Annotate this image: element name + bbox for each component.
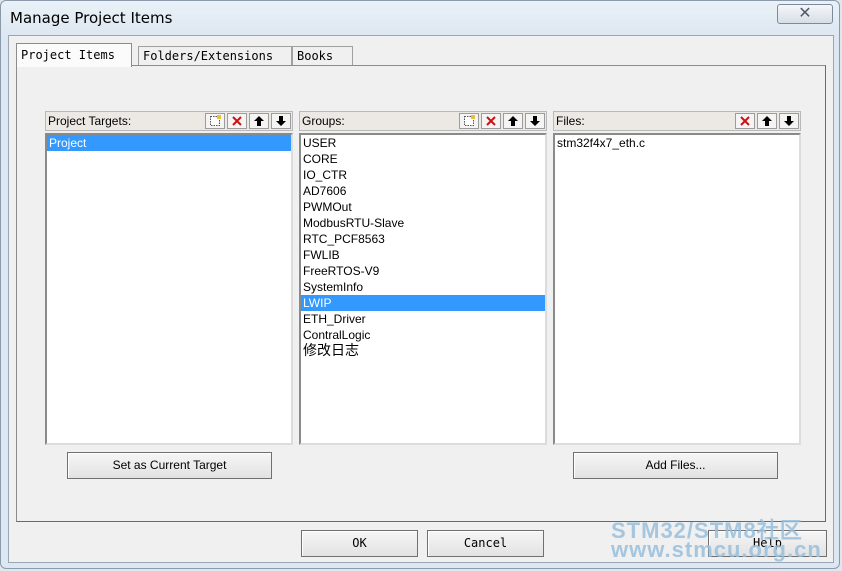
close-icon: ✕: [798, 5, 812, 22]
move-down-icon: [784, 116, 794, 126]
move-down-icon: [530, 116, 540, 126]
move-target-down-button[interactable]: [271, 113, 291, 129]
files-label: Files:: [556, 114, 585, 128]
delete-group-button[interactable]: [481, 113, 501, 129]
tab-project-items[interactable]: Project Items: [16, 43, 132, 67]
list-item-group[interactable]: FWLIB: [301, 247, 545, 263]
delete-icon: [740, 116, 750, 126]
delete-target-button[interactable]: [227, 113, 247, 129]
new-icon: [464, 115, 475, 126]
add-files-button[interactable]: Add Files...: [573, 452, 778, 479]
list-item-file[interactable]: stm32f4x7_eth.c: [555, 135, 799, 151]
delete-icon: [232, 116, 242, 126]
new-target-button[interactable]: [205, 113, 225, 129]
project-targets-toolbar: [205, 113, 291, 129]
project-targets-list[interactable]: Project: [45, 133, 293, 445]
tab-folders-extensions[interactable]: Folders/Extensions: [138, 46, 292, 66]
groups-header: Groups:: [299, 111, 547, 131]
list-item-group[interactable]: FreeRTOS-V9: [301, 263, 545, 279]
new-group-button[interactable]: [459, 113, 479, 129]
move-file-down-button[interactable]: [779, 113, 799, 129]
files-toolbar: [735, 113, 799, 129]
set-as-current-target-button[interactable]: Set as Current Target: [67, 452, 272, 479]
ok-button[interactable]: OK: [301, 530, 418, 557]
cancel-button[interactable]: Cancel: [427, 530, 544, 557]
project-targets-label: Project Targets:: [48, 114, 132, 128]
list-item-group[interactable]: ContralLogic: [301, 327, 545, 343]
dialog-client-area: Project Items Folders/Extensions Books P…: [8, 35, 834, 563]
list-item-group[interactable]: USER: [301, 135, 545, 151]
move-up-icon: [254, 116, 264, 126]
project-items-panel: Project Targets: Project Groups: USER CO…: [16, 65, 826, 522]
list-item-group[interactable]: RTC_PCF8563: [301, 231, 545, 247]
list-item-group[interactable]: ETH_Driver: [301, 311, 545, 327]
list-item-project[interactable]: Project: [47, 135, 291, 151]
list-item-group[interactable]: CORE: [301, 151, 545, 167]
move-file-up-button[interactable]: [757, 113, 777, 129]
delete-icon: [486, 116, 496, 126]
delete-file-button[interactable]: [735, 113, 755, 129]
tab-books[interactable]: Books: [292, 46, 353, 66]
watermark-url: www.stmcu.org.cn: [611, 537, 822, 562]
new-icon: [210, 115, 221, 126]
list-item-group[interactable]: 修改日志: [301, 343, 545, 359]
project-targets-header: Project Targets:: [45, 111, 293, 131]
list-item-group-selected[interactable]: LWIP: [301, 295, 545, 311]
groups-toolbar: [459, 113, 545, 129]
list-item-group[interactable]: SystemInfo: [301, 279, 545, 295]
move-group-down-button[interactable]: [525, 113, 545, 129]
list-item-group[interactable]: IO_CTR: [301, 167, 545, 183]
list-item-group[interactable]: AD7606: [301, 183, 545, 199]
move-target-up-button[interactable]: [249, 113, 269, 129]
window-title: Manage Project Items: [10, 9, 173, 27]
close-button[interactable]: ✕: [777, 4, 833, 24]
groups-label: Groups:: [302, 114, 345, 128]
files-list[interactable]: stm32f4x7_eth.c: [553, 133, 801, 445]
move-up-icon: [508, 116, 518, 126]
list-item-group[interactable]: PWMOut: [301, 199, 545, 215]
groups-list[interactable]: USER CORE IO_CTR AD7606 PWMOut ModbusRTU…: [299, 133, 547, 445]
move-down-icon: [276, 116, 286, 126]
files-header: Files:: [553, 111, 801, 131]
move-up-icon: [762, 116, 772, 126]
move-group-up-button[interactable]: [503, 113, 523, 129]
manage-project-items-dialog: Manage Project Items ✕ Project Items Fol…: [0, 0, 840, 569]
list-item-group[interactable]: ModbusRTU-Slave: [301, 215, 545, 231]
